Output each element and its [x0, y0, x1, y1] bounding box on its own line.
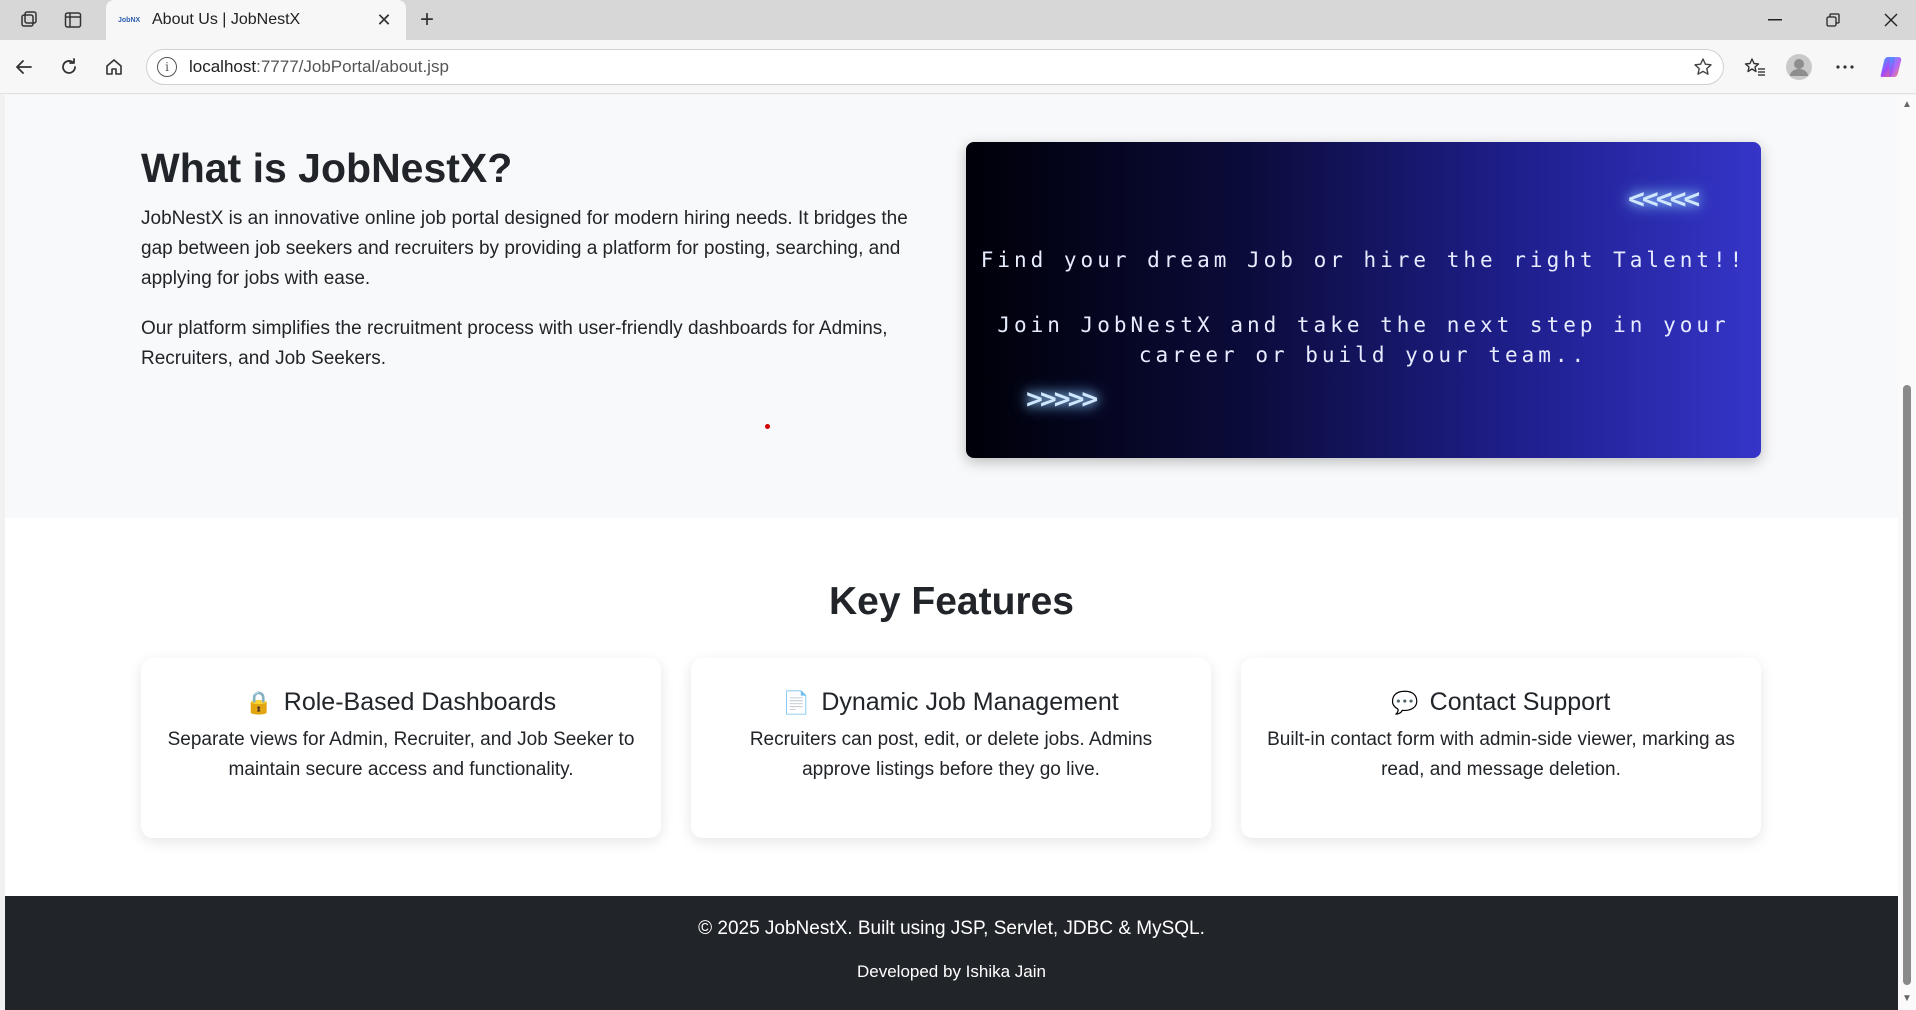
tab-title: About Us | JobNestX: [152, 11, 301, 28]
favorite-star-icon[interactable]: [1683, 57, 1723, 77]
cursor-dot: [765, 424, 770, 429]
document-icon: 📄: [782, 689, 811, 715]
tab-bar: JobNX About Us | JobNestX ✕ +: [0, 0, 1916, 40]
scroll-up-arrow-icon[interactable]: ▲: [1902, 99, 1912, 110]
about-text-block: What is JobNestX? JobNestX is an innovat…: [141, 145, 941, 394]
lock-icon: 🔒: [245, 689, 273, 715]
footer-credit: Developed by Ishika Jain: [856, 962, 1046, 981]
banner-subtagline: Join JobNestX and take the next step in …: [997, 313, 1730, 367]
vertical-scrollbar[interactable]: ▲ ▼: [1898, 95, 1916, 1010]
favicon-icon: JobNX: [118, 16, 141, 24]
about-paragraph-2: Our platform simplifies the recruitment …: [141, 318, 888, 369]
banner-arrows-right: >>>>>: [1026, 382, 1098, 415]
banner-tagline: Find your dream Job or hire the right Ta…: [980, 248, 1747, 272]
about-paragraph-1: JobNestX is an innovative online job por…: [141, 208, 908, 289]
favorites-icon[interactable]: [1738, 51, 1772, 83]
home-icon[interactable]: [98, 51, 130, 83]
back-icon[interactable]: [8, 51, 40, 83]
feature-card-title: Role-Based Dashboards: [283, 688, 557, 716]
address-bar[interactable]: i localhost:7777/JobPortal/about.jsp: [146, 49, 1724, 85]
refresh-icon[interactable]: [53, 51, 85, 83]
feature-card-desc: Separate views for Admin, Recruiter, and…: [167, 729, 635, 780]
scrollbar-thumb[interactable]: [1903, 385, 1911, 985]
close-tab-icon[interactable]: ✕: [374, 10, 394, 30]
more-options-icon[interactable]: [1828, 51, 1862, 83]
feature-card-dashboards: 🔒 Role-Based Dashboards Separate views f…: [141, 658, 661, 838]
footer-copyright: © 2025 JobNestX. Built using JSP, Servle…: [698, 918, 1205, 939]
restore-button[interactable]: [1804, 0, 1862, 40]
hero-banner: <<<<< Find your dream Job or hire the ri…: [966, 142, 1761, 458]
browser-toolbar: i localhost:7777/JobPortal/about.jsp: [0, 40, 1916, 94]
feature-card-job-management: 📄 Dynamic Job Management Recruiters can …: [691, 658, 1211, 838]
page-footer: © 2025 JobNestX. Built using JSP, Servle…: [5, 896, 1898, 1010]
about-title: What is JobNestX?: [141, 145, 513, 191]
profile-avatar-icon[interactable]: [1782, 51, 1816, 83]
workspaces-icon[interactable]: [12, 6, 46, 34]
close-window-button[interactable]: [1862, 0, 1916, 40]
feature-card-title: Dynamic Job Management: [821, 688, 1119, 716]
feature-card-contact-support: 💬 Contact Support Built-in contact form …: [1241, 658, 1761, 838]
feature-card-desc: Built-in contact form with admin-side vi…: [1267, 729, 1735, 780]
feature-card-title: Contact Support: [1429, 688, 1611, 716]
scroll-down-arrow-icon[interactable]: ▼: [1902, 993, 1912, 1004]
minimize-button[interactable]: [1746, 0, 1804, 40]
active-tab[interactable]: JobNX About Us | JobNestX ✕: [106, 0, 406, 40]
feature-card-desc: Recruiters can post, edit, or delete job…: [749, 729, 1153, 780]
speech-bubble-icon: 💬: [1390, 689, 1419, 715]
site-info-icon[interactable]: i: [157, 57, 177, 77]
page-viewport: What is JobNestX? JobNestX is an innovat…: [0, 95, 1898, 1010]
about-section: What is JobNestX? JobNestX is an innovat…: [5, 95, 1898, 518]
features-title: Key Features: [829, 580, 1074, 623]
new-tab-button[interactable]: +: [412, 6, 442, 34]
banner-arrows-left: <<<<<: [1628, 182, 1700, 215]
url-text[interactable]: localhost:7777/JobPortal/about.jsp: [189, 57, 1683, 77]
copilot-icon[interactable]: [1874, 51, 1908, 83]
vertical-tabs-icon[interactable]: [56, 6, 90, 34]
